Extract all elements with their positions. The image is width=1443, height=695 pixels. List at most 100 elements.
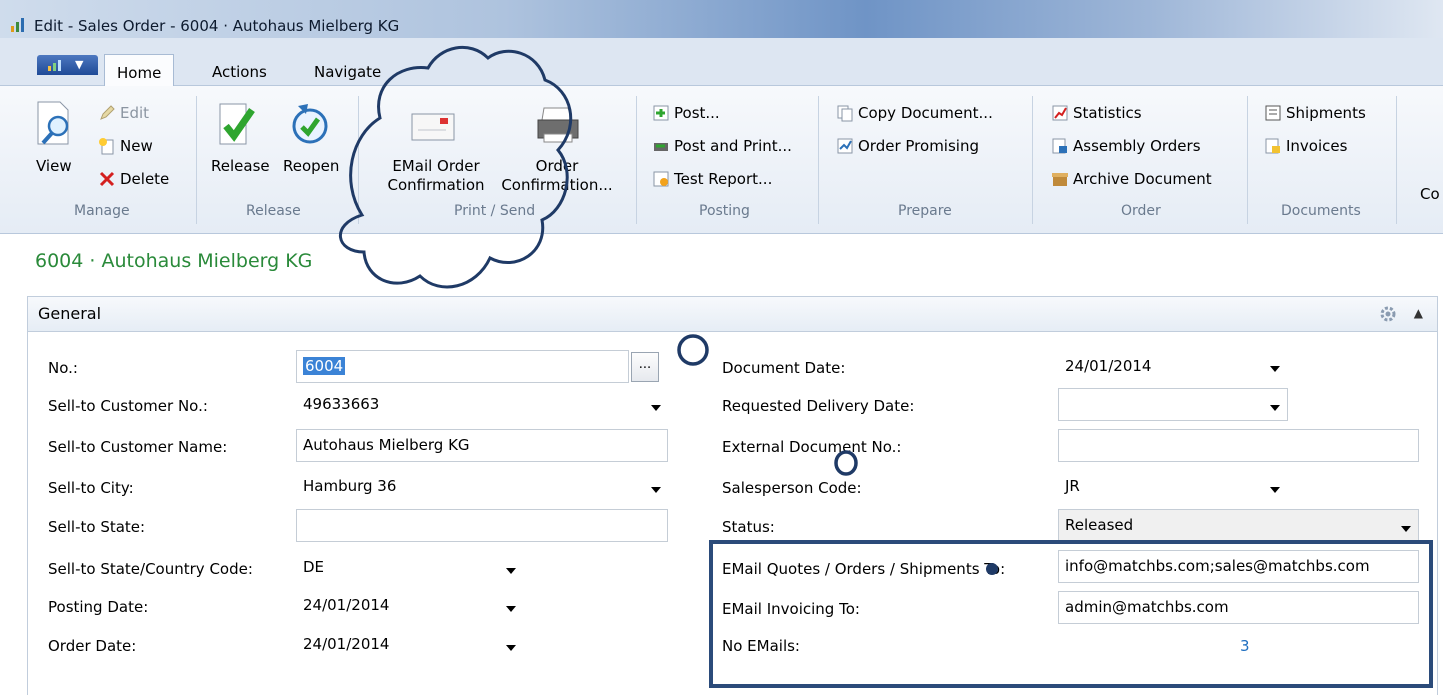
- tab-home[interactable]: Home: [104, 54, 175, 87]
- highlight-box: [709, 540, 1433, 688]
- order-date-field[interactable]: 24/01/2014: [296, 628, 526, 661]
- gear-icon[interactable]: [1379, 305, 1397, 323]
- posting-date-label: Posting Date:: [48, 598, 149, 616]
- status-value: Released: [1065, 516, 1134, 534]
- ext-doc-field[interactable]: [1058, 429, 1419, 462]
- chevron-down-icon[interactable]: [651, 487, 661, 493]
- no-label: No.:: [48, 359, 78, 377]
- post-button[interactable]: Post...: [652, 104, 720, 122]
- archive-document-button[interactable]: Archive Document: [1051, 170, 1212, 188]
- chevron-down-icon[interactable]: [506, 645, 516, 651]
- status-field: Released: [1058, 509, 1419, 542]
- email-order-confirmation-button[interactable]: EMail Order Confirmation: [382, 157, 490, 195]
- chevron-down-icon[interactable]: [1270, 487, 1280, 493]
- test-report-button[interactable]: Test Report...: [652, 170, 772, 188]
- city-value: Hamburg 36: [303, 477, 397, 495]
- shipments-icon: [1264, 104, 1282, 122]
- order-line2: Confirmation...: [501, 176, 613, 194]
- customer-name-field[interactable]: Autohaus Mielberg KG: [296, 429, 668, 462]
- state-field[interactable]: [296, 509, 668, 542]
- archive-document-icon: [1051, 170, 1069, 188]
- general-fasttab-header[interactable]: General ▲: [27, 296, 1438, 332]
- no-field[interactable]: 6004: [296, 350, 629, 383]
- collapse-icon[interactable]: ▲: [1414, 306, 1423, 320]
- reopen-button[interactable]: Reopen: [283, 157, 339, 176]
- doc-date-label: Document Date:: [722, 359, 846, 377]
- salesperson-field[interactable]: JR: [1058, 470, 1288, 503]
- statistics-button[interactable]: Statistics: [1051, 104, 1142, 122]
- order-promising-icon: [836, 137, 854, 155]
- email-line1: EMail Order: [392, 157, 480, 175]
- customer-no-value: 49633663: [303, 395, 380, 413]
- group-separator: [636, 96, 637, 224]
- order-promising-button[interactable]: Order Promising: [836, 137, 979, 155]
- app-logo-icon: [11, 18, 24, 32]
- email-line2: Confirmation: [387, 176, 485, 194]
- chevron-down-icon[interactable]: [1270, 366, 1280, 372]
- chevron-down-icon[interactable]: [1270, 405, 1280, 411]
- status-label: Status:: [722, 518, 775, 536]
- view-button[interactable]: View: [36, 157, 72, 176]
- release-icon[interactable]: [216, 100, 258, 148]
- city-field[interactable]: Hamburg 36: [296, 470, 668, 503]
- order-promising-label: Order Promising: [858, 137, 979, 155]
- assembly-orders-button[interactable]: Assembly Orders: [1051, 137, 1201, 155]
- edit-icon: [98, 104, 116, 122]
- delete-button[interactable]: Delete: [98, 170, 169, 188]
- new-icon: [98, 137, 116, 155]
- salesperson-label: Salesperson Code:: [722, 479, 862, 497]
- copy-document-icon: [836, 104, 854, 122]
- title-bar: Edit - Sales Order - 6004 · Autohaus Mie…: [0, 0, 1443, 38]
- application-menu-button[interactable]: ▼: [37, 55, 98, 75]
- post-and-print-button[interactable]: Post and Print...: [652, 137, 792, 155]
- posting-date-field[interactable]: 24/01/2014: [296, 589, 526, 622]
- copy-document-button[interactable]: Copy Document...: [836, 104, 993, 122]
- state-label: Sell-to State:: [48, 518, 146, 536]
- test-report-label: Test Report...: [674, 170, 773, 188]
- chevron-down-icon[interactable]: [651, 405, 661, 411]
- group-separator: [196, 96, 197, 224]
- group-label-release: Release: [246, 203, 301, 219]
- email-icon[interactable]: [410, 110, 456, 142]
- no-value: 6004: [303, 357, 346, 375]
- view-icon[interactable]: [34, 100, 76, 148]
- city-label: Sell-to City:: [48, 479, 134, 497]
- group-label-print-send: Print / Send: [454, 203, 536, 219]
- reopen-icon[interactable]: [288, 100, 332, 148]
- doc-date-field[interactable]: 24/01/2014: [1058, 350, 1288, 383]
- new-button[interactable]: New: [98, 137, 153, 155]
- salesperson-value: JR: [1065, 477, 1080, 495]
- posting-date-value: 24/01/2014: [303, 596, 390, 614]
- tab-actions[interactable]: Actions: [200, 59, 279, 85]
- country-field[interactable]: DE: [296, 551, 526, 584]
- group-separator: [1396, 96, 1397, 224]
- chevron-down-icon[interactable]: [506, 568, 516, 574]
- group-separator: [1247, 96, 1248, 224]
- country-label: Sell-to State/Country Code:: [48, 560, 253, 578]
- shipments-button[interactable]: Shipments: [1264, 104, 1366, 122]
- printer-icon[interactable]: [534, 104, 582, 146]
- archive-document-label: Archive Document: [1073, 170, 1212, 188]
- post-print-label: Post and Print...: [674, 137, 792, 155]
- chevron-down-icon: ▼: [75, 58, 84, 71]
- post-print-icon: [652, 137, 670, 155]
- order-confirmation-button[interactable]: Order Confirmation...: [493, 157, 621, 195]
- assembly-orders-label: Assembly Orders: [1073, 137, 1201, 155]
- group-label-documents: Documents: [1281, 203, 1361, 219]
- group-label-order: Order: [1121, 203, 1161, 219]
- group-separator: [818, 96, 819, 224]
- release-button[interactable]: Release: [211, 157, 270, 176]
- page-title: 6004 · Autohaus Mielberg KG: [35, 250, 313, 272]
- customer-no-label: Sell-to Customer No.:: [48, 397, 208, 415]
- order-date-label: Order Date:: [48, 637, 137, 655]
- delete-icon: [98, 170, 116, 188]
- tab-navigate[interactable]: Navigate: [302, 59, 393, 85]
- req-delivery-field[interactable]: [1058, 388, 1288, 421]
- customer-no-field[interactable]: 49633663: [296, 388, 668, 421]
- invoices-button[interactable]: Invoices: [1264, 137, 1347, 155]
- window-title: Edit - Sales Order - 6004 · Autohaus Mie…: [34, 17, 400, 35]
- edit-button[interactable]: Edit: [98, 104, 149, 122]
- assist-edit-button[interactable]: ...: [631, 352, 659, 382]
- fasttab-title: General: [38, 304, 102, 323]
- chevron-down-icon[interactable]: [506, 606, 516, 612]
